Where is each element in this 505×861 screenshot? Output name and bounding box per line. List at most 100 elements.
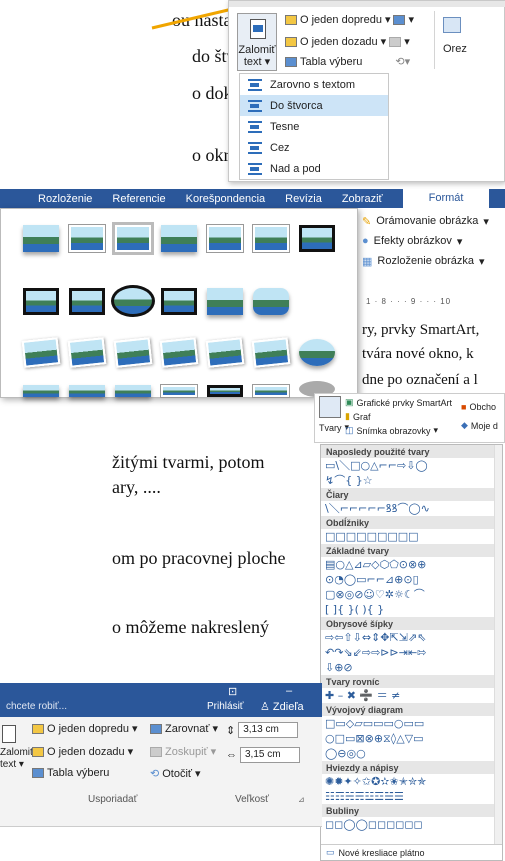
signin-link[interactable]: Prihlásiť	[207, 701, 244, 712]
shapes-row[interactable]: □▭◇▱▭▭▭○▭▭	[321, 716, 502, 731]
picture-effects-button[interactable]: ● Efekty obrázkov ▾	[362, 231, 505, 251]
style-thumb[interactable]	[207, 288, 243, 315]
effects-icon: ●	[362, 235, 369, 247]
shapes-row[interactable]: ◻◻◯◯◻◻◻◻◻◻	[321, 817, 502, 832]
shapes-row[interactable]: ⇨⇦⇧⇩⇔⇕✥⇱⇲⇗⇖	[321, 630, 502, 645]
style-thumb[interactable]	[23, 288, 59, 315]
shapes-row[interactable]: ↶↷⇘⇙⇨⇨⊳⊳⇥⇤⇰	[321, 645, 502, 660]
style-thumb[interactable]	[161, 288, 197, 315]
style-thumb[interactable]	[69, 288, 105, 315]
height-control: ⇕ 3,13 cm	[226, 722, 299, 738]
align-icon	[150, 723, 162, 734]
bring-forward-button[interactable]: O jeden dopredu ▾	[32, 722, 137, 735]
style-thumb[interactable]	[253, 225, 289, 252]
style-thumb[interactable]	[207, 225, 243, 252]
wrap-icon	[2, 725, 16, 743]
align-icon	[393, 14, 406, 25]
shapes-row[interactable]: ▭\＼□○△⌐⌐⇨⇩◯	[321, 458, 502, 473]
picture-border-button[interactable]: ✎ Orámovanie obrázka ▾	[362, 211, 505, 231]
menu-item-through[interactable]: Cez	[240, 137, 388, 158]
shapes-row[interactable]: ✚ – ✖ ➗ ＝ ≠	[321, 688, 502, 703]
style-thumb[interactable]	[207, 385, 243, 397]
shapes-row[interactable]: □□□□□□□□□	[321, 529, 502, 544]
style-thumb[interactable]	[21, 337, 61, 368]
chart-button[interactable]: ▮ Graf	[345, 411, 370, 422]
rotate-button[interactable]: ⟲ Otočiť ▾	[150, 767, 201, 781]
wrap-tight-icon	[248, 120, 262, 133]
tab-references[interactable]: Referencie	[102, 193, 175, 205]
align-button[interactable]: Zarovnať ▾	[150, 722, 218, 735]
shapes-row[interactable]: ✺✹✦✧✩✪✫✬✭✮✯	[321, 774, 502, 789]
share-button[interactable]: ♙ Zdieľa	[260, 700, 304, 713]
style-thumb[interactable]	[23, 385, 59, 397]
style-thumb[interactable]	[115, 385, 151, 397]
tab-mailings[interactable]: Korešpondencia	[176, 193, 276, 205]
shapes-row[interactable]: ⊙◔◯▭⌐⌐⊿⊕⊙▯	[321, 572, 502, 587]
ribbon-display-icon[interactable]: ⊡	[228, 685, 237, 698]
tab-review[interactable]: Revízia	[275, 193, 332, 205]
selection-pane-button[interactable]: Tabla výberu ⟲▾	[285, 55, 410, 68]
style-thumb[interactable]	[253, 385, 289, 397]
bring-forward-button[interactable]: O jeden dopredu ▾ ▾	[285, 13, 414, 26]
tab-layout[interactable]: Rozloženie	[28, 193, 102, 205]
style-thumb[interactable]	[299, 339, 335, 366]
forward-icon	[32, 723, 44, 734]
shapes-scrollbar[interactable]	[494, 445, 502, 845]
shapes-row[interactable]: ◯⊖◎○	[321, 746, 502, 761]
size-dialog-launcher-icon[interactable]: ⊿	[298, 795, 305, 804]
shapes-row[interactable]: ▢⊗◎⊘☺♡✲☼☾⌒	[321, 587, 502, 602]
picture-layout-button[interactable]: ▦ Rozloženie obrázka ▾	[362, 251, 505, 271]
style-thumb[interactable]	[161, 385, 197, 397]
style-thumb[interactable]	[111, 285, 155, 317]
tab-view[interactable]: Zobraziť	[332, 193, 393, 205]
group-button[interactable]: Zoskupiť ▾	[150, 745, 216, 758]
shapes-row[interactable]: \＼⌐⌐⌐⌐⌐ꝸꝸ⌒◯∿	[321, 501, 502, 516]
wrap-text-button[interactable]: Zalomiť text ▾	[0, 747, 34, 771]
style-thumb[interactable]	[253, 288, 289, 315]
style-thumb[interactable]	[67, 337, 107, 368]
new-drawing-canvas-button[interactable]: ▭ Nové kresliace plátno	[321, 844, 502, 860]
group-icon	[389, 36, 402, 47]
wrap-text-button[interactable]: Zalomiť text ▾	[237, 13, 277, 71]
tell-me-hint[interactable]: chcete robiť...	[6, 701, 67, 712]
shapes-row[interactable]: ▤○△⊿▱◇⬡⬠⊙⊗⊕	[321, 557, 502, 572]
shapes-row[interactable]: [ ]{ }( ){ }	[321, 602, 502, 617]
style-thumb[interactable]	[69, 385, 105, 397]
screenshot-icon: ◫	[345, 425, 354, 435]
doc-line: om po pracovnej ploche	[112, 548, 286, 568]
style-thumb[interactable]	[69, 225, 105, 252]
style-thumb[interactable]	[161, 225, 197, 252]
insert-illustrations-panel: Tvary ▾ ▣ Grafické prvky SmartArt ▮ Graf ◫…	[314, 393, 505, 443]
send-backward-button[interactable]: O jeden dozadu ▾	[32, 745, 133, 758]
style-thumb[interactable]	[113, 337, 153, 368]
menu-item-square[interactable]: Do štvorca	[240, 95, 388, 116]
height-input[interactable]: 3,13 cm	[238, 722, 299, 738]
shapes-row[interactable]: ↯⌒{ }☆	[321, 473, 502, 488]
shapes-row[interactable]: ○□▭⊠⊗⊕⧖◊△▽▭	[321, 731, 502, 746]
width-input[interactable]: 3,15 cm	[240, 747, 300, 763]
style-thumb[interactable]	[205, 337, 245, 368]
menu-item-tight[interactable]: Tesne	[240, 116, 388, 137]
crop-button[interactable]: Orez	[443, 43, 467, 55]
style-thumb[interactable]	[251, 337, 291, 368]
picture-styles-panel: Rozloženie Referencie Korešpondencia Rev…	[0, 189, 505, 399]
style-thumb[interactable]	[159, 337, 199, 368]
selection-pane-button[interactable]: Tabla výberu	[32, 767, 109, 779]
shapes-row[interactable]: ⇩⊕⊘	[321, 660, 502, 675]
store-button[interactable]: ■ Obcho	[461, 402, 496, 412]
screenshot-button[interactable]: ◫ Snímka obrazovky ▾	[345, 425, 438, 436]
tab-format[interactable]: Formát	[402, 189, 490, 208]
menu-item-top-bottom[interactable]: Nad a pod	[240, 158, 388, 179]
shapes-section-title: Čiary	[321, 488, 502, 501]
style-thumb[interactable]	[23, 225, 59, 252]
smartart-button[interactable]: ▣ Grafické prvky SmartArt	[345, 397, 452, 408]
send-backward-button[interactable]: O jeden dozadu ▾ ▾	[285, 35, 410, 48]
shapes-row[interactable]: ☷☶☵☴☳☲☱☰	[321, 789, 502, 804]
wrap-icon	[250, 19, 266, 39]
menu-item-inline[interactable]: Zarovno s textom	[240, 74, 388, 95]
style-thumb[interactable]	[115, 225, 151, 252]
canvas-icon: ▭	[326, 847, 335, 857]
minimize-icon[interactable]: –	[286, 685, 292, 697]
my-addins-button[interactable]: ◆ Moje d	[461, 420, 498, 431]
style-thumb[interactable]	[299, 225, 335, 252]
